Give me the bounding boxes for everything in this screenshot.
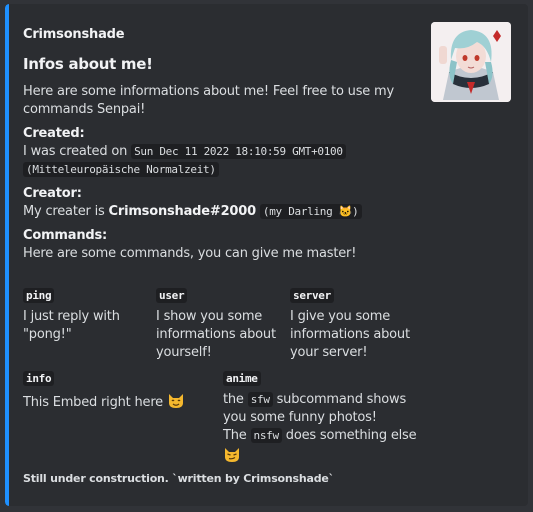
field-name-info: info xyxy=(23,371,55,386)
anime-girl-avatar-icon xyxy=(431,22,511,102)
creator-heading: Creator: xyxy=(23,186,82,201)
field-name-server: server xyxy=(290,288,334,303)
created-timezone-code: (Mitteleuropäische Normalzeit) xyxy=(23,162,219,177)
creator-text: My creater is Crimsonshade#2000 (my Darl… xyxy=(23,203,413,221)
field-value-anime: the sfw subcommand shows you some funny … xyxy=(223,391,418,469)
smiling-cat-icon xyxy=(167,391,185,415)
intro-text: Here are some informations about me! Fee… xyxy=(23,84,394,117)
field-name-user: user xyxy=(156,288,188,303)
commands-intro: Here are some commands, you can give me … xyxy=(23,246,357,261)
field-anime: anime the sfw subcommand shows you some … xyxy=(223,370,418,469)
embed-title: Infos about me! xyxy=(23,55,153,73)
creator-code: (my Darling 🐱) xyxy=(259,204,362,219)
field-user: user I show you some informations about … xyxy=(156,287,281,362)
anime-sfw-code: sfw xyxy=(247,392,273,407)
created-date-code: Sun Dec 11 2022 18:10:59 GMT+0100 xyxy=(131,144,346,159)
field-value-server: I give you some informations about your … xyxy=(290,309,410,360)
field-info: info This Embed right here xyxy=(23,370,213,415)
field-value-user: I show you some informations about yours… xyxy=(156,309,276,360)
created-text: I was created on Sun Dec 11 2022 18:10:5… xyxy=(23,143,413,179)
field-value-info: This Embed right here xyxy=(23,391,213,415)
anime-text-4: does something else xyxy=(285,428,417,443)
field-server: server I give you some informations abou… xyxy=(290,287,415,362)
anime-text-3: The xyxy=(223,428,247,443)
field-value-ping: I just reply with "pong!" xyxy=(23,309,120,342)
created-prefix: I was created on xyxy=(23,144,128,159)
creator-prefix: My creater is xyxy=(23,204,105,219)
embed-author[interactable]: Crimsonshade xyxy=(23,27,125,42)
field-name-anime: anime xyxy=(223,371,261,386)
created-heading: Created: xyxy=(23,126,85,141)
thumbnail-image[interactable] xyxy=(431,22,511,102)
embed-card: Crimsonshade Infos about me! Here are so… xyxy=(5,4,528,506)
commands-heading: Commands: xyxy=(23,228,108,243)
field-name-ping: ping xyxy=(23,288,55,303)
field-value-info-text: This Embed right here xyxy=(23,395,163,410)
creator-name: Crimsonshade#2000 xyxy=(108,204,257,219)
anime-nsfw-code: nsfw xyxy=(250,428,282,443)
anime-text-1: the xyxy=(223,392,244,407)
field-ping: ping I just reply with "pong!" xyxy=(23,287,148,344)
embed-description: Here are some informations about me! Fee… xyxy=(23,83,413,263)
embed-accent-bar xyxy=(5,4,9,506)
embed-footer: Still under construction. `written by Cr… xyxy=(23,472,334,485)
smirking-cat-icon xyxy=(223,445,241,469)
